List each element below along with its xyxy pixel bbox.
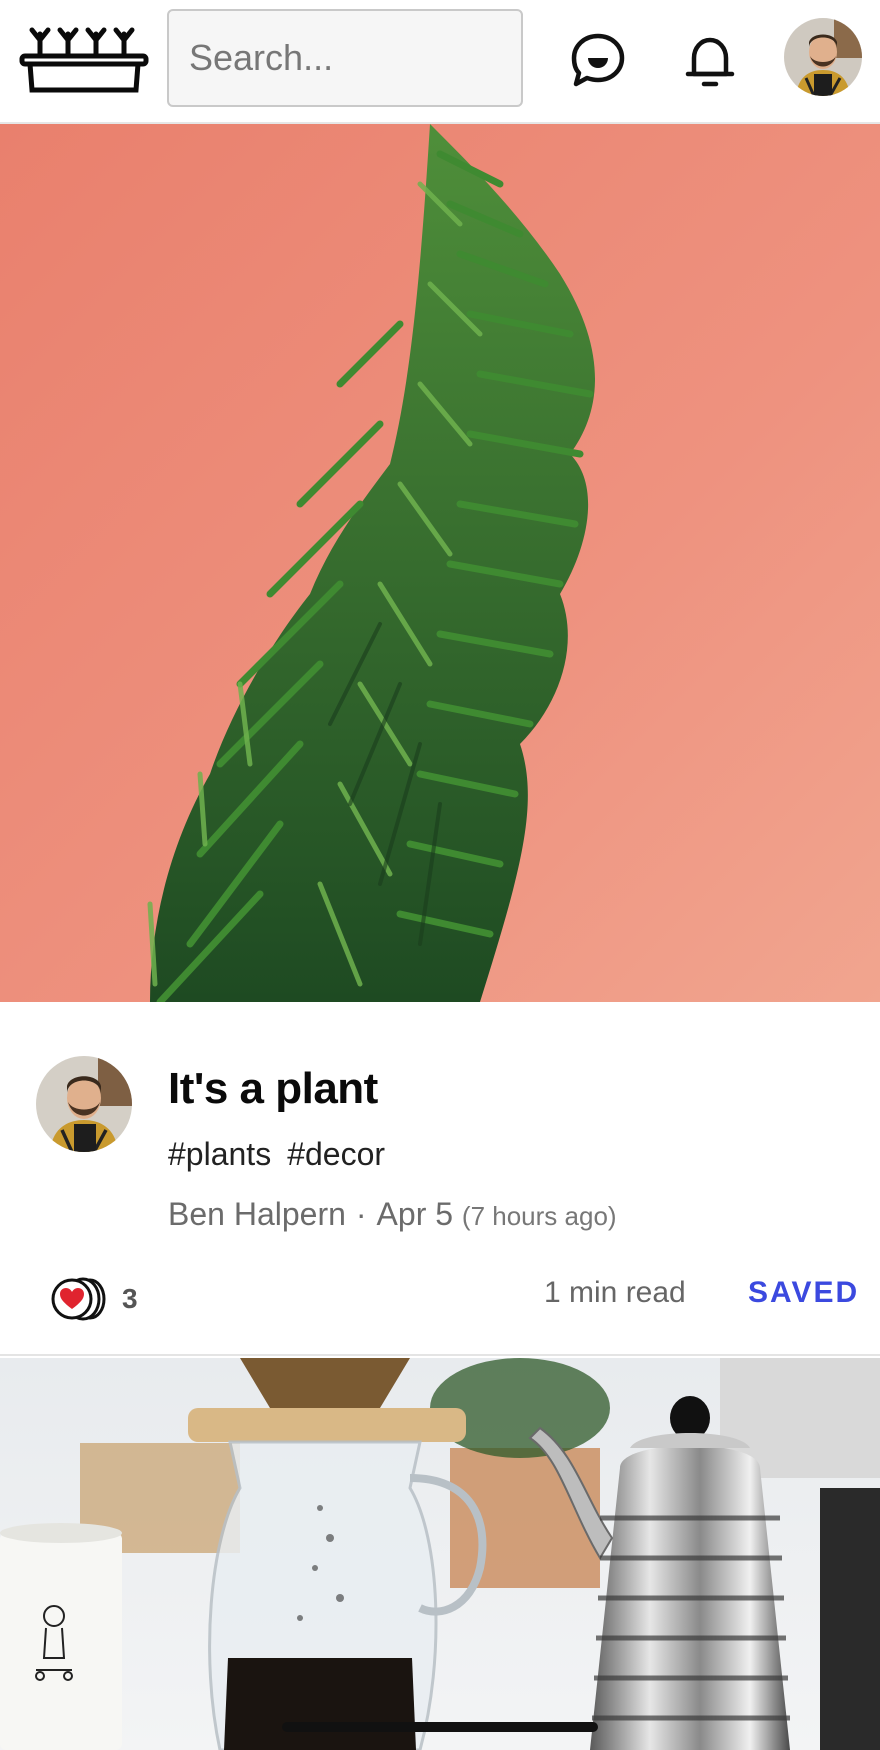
article-title[interactable]: It's a plant <box>168 1064 378 1114</box>
article-tags: #plants #decor <box>168 1136 401 1173</box>
author-avatar[interactable] <box>36 1056 132 1152</box>
search-input[interactable] <box>167 9 523 107</box>
reactions-button[interactable]: 3 <box>50 1274 138 1324</box>
user-avatar[interactable] <box>784 18 862 96</box>
article-cover-image-2[interactable] <box>0 1358 880 1750</box>
publish-date: Apr 5 <box>376 1196 454 1232</box>
tag-plants[interactable]: #plants <box>168 1136 271 1172</box>
article-cover-image[interactable] <box>0 124 880 1002</box>
article-meta: Ben Halpern · Apr 5 (7 hours ago) <box>168 1196 617 1233</box>
planter-logo-icon[interactable] <box>18 20 150 94</box>
meta-separator: · <box>355 1196 367 1232</box>
author-name[interactable]: Ben Halpern <box>168 1196 346 1232</box>
notification-bell-icon[interactable] <box>680 30 740 90</box>
home-indicator[interactable] <box>282 1722 598 1732</box>
read-time: 1 min read <box>544 1276 686 1309</box>
relative-time: (7 hours ago) <box>461 1201 617 1231</box>
top-nav <box>0 0 880 124</box>
article-card[interactable]: It's a plant #plants #decor Ben Halpern · A… <box>0 1002 880 1356</box>
reactions-count: 3 <box>122 1283 138 1314</box>
saved-button[interactable]: SAVED <box>748 1276 859 1310</box>
chat-bubble-icon[interactable] <box>568 30 628 90</box>
coffee-pour-over-photo <box>0 1358 880 1750</box>
tag-decor[interactable]: #decor <box>287 1136 385 1172</box>
fern-plant-photo <box>0 124 880 1002</box>
heart-reaction-icon <box>51 1277 106 1321</box>
